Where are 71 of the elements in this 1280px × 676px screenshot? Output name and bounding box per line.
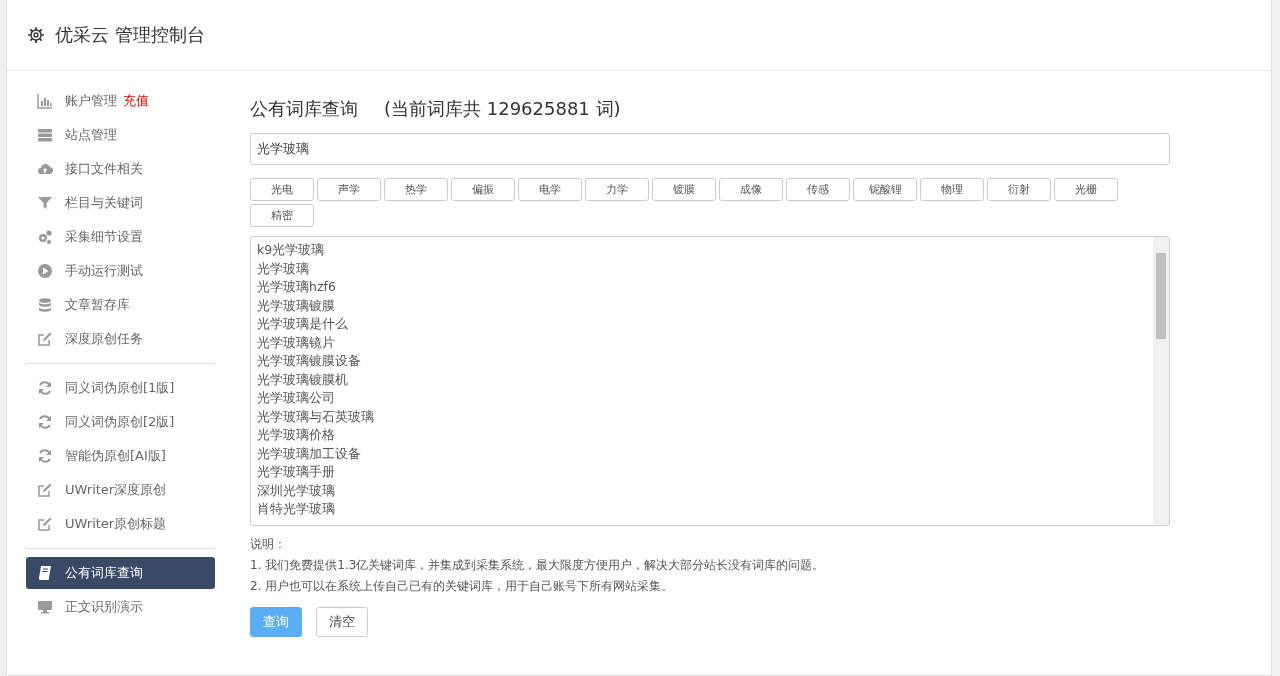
sidebar-item[interactable]: 文章暂存库	[26, 289, 215, 321]
keyword-line: 深圳光学玻璃	[257, 481, 336, 500]
play-icon	[37, 263, 53, 279]
sidebar-item[interactable]: 站点管理	[26, 119, 215, 151]
category-tag[interactable]: 声学	[317, 178, 381, 201]
keyword-line: 光学玻璃hzf6	[257, 278, 337, 296]
keyword-line: 光学玻璃镀膜	[257, 296, 336, 315]
keyword-line: 肖特光学玻璃	[257, 500, 336, 518]
category-tag[interactable]: 镀膜	[652, 178, 716, 201]
monitor-icon	[37, 599, 53, 615]
category-tag[interactable]: 物理	[920, 178, 984, 201]
sidebar-item[interactable]: 接口文件相关	[26, 153, 215, 185]
sidebar-item[interactable]: 智能伪原创[AI版]	[26, 440, 215, 472]
sidebar-item[interactable]: 公有词库查询	[26, 557, 215, 589]
keyword-line: 光学玻璃镀膜机	[257, 370, 349, 389]
keyword-list-field[interactable]: k9光学玻璃 光学玻璃 光学玻璃hzf6 光学玻璃镀膜 光学玻璃是什么 光学玻璃镜片 光学玻璃镀膜设备 光学玻璃镀膜机 光学玻璃公司 光学玻璃与石英玻璃 光学玻璃价格 光学玻璃加工设备 光学玻璃手册 深圳光学玻璃 肖特光学玻璃	[250, 236, 1170, 526]
recharge-link[interactable]: 充值	[123, 92, 149, 110]
gears-icon	[37, 229, 53, 245]
category-tag[interactable]: 热学	[384, 178, 448, 201]
settings-icon	[27, 26, 45, 44]
refresh-icon	[37, 380, 53, 396]
keyword-line: 光学玻璃镀膜设备	[257, 352, 362, 370]
bar-chart-icon	[37, 93, 53, 109]
keyword-line: 光学玻璃公司	[257, 389, 336, 407]
search-field[interactable]: 光学玻璃	[250, 133, 1170, 165]
category-tag[interactable]: 光栅	[1054, 178, 1118, 201]
server-icon	[37, 127, 53, 143]
category-tag[interactable]: 精密	[250, 204, 314, 227]
word-count: (当前词库共 129625881 词)	[384, 97, 621, 121]
keyword-line: k9光学玻璃	[257, 241, 326, 259]
keyword-line: 光学玻璃加工设备	[257, 444, 362, 463]
book-icon	[37, 565, 53, 581]
sidebar-item[interactable]: 同义词伪原创[1版]	[26, 372, 215, 404]
category-tag[interactable]: 衍射	[987, 178, 1051, 201]
sidebar-item[interactable]: 账户管理 充值	[26, 85, 215, 117]
refresh-icon	[37, 448, 53, 464]
sidebar-item[interactable]: UWriter原创标题	[26, 508, 215, 540]
keyword-line: 光学玻璃价格	[257, 426, 336, 444]
category-tag[interactable]: 光电	[250, 178, 314, 201]
console-title: 优采云 管理控制台	[55, 23, 205, 47]
category-tag[interactable]: 电学	[518, 178, 582, 201]
page-title: 公有词库查询	[250, 97, 358, 121]
sidebar-item[interactable]: 栏目与关键词	[26, 187, 215, 219]
keyword-line: 光学玻璃与石英玻璃	[257, 407, 375, 426]
sidebar-item[interactable]: 手动运行测试	[26, 255, 215, 287]
edit-icon	[37, 331, 53, 347]
note-text: 2. 用户也可以在系统上传自己已有的关键词库，用于自己账号下所有网站采集。	[250, 578, 675, 595]
keyword-line: 光学玻璃	[257, 259, 310, 278]
edit-icon	[37, 482, 53, 498]
keyword-line: 光学玻璃是什么	[257, 315, 349, 333]
category-tag[interactable]: 偏振	[451, 178, 515, 201]
category-tag[interactable]: 成像	[719, 178, 783, 201]
clear-button[interactable]: 清空	[316, 607, 368, 637]
category-tag[interactable]: 铌酸锂	[853, 178, 917, 201]
database-icon	[37, 297, 53, 313]
sidebar-item[interactable]: 深度原创任务	[26, 323, 215, 355]
refresh-icon	[37, 414, 53, 430]
sidebar-item[interactable]: 同义词伪原创[2版]	[26, 406, 215, 438]
edit-icon	[37, 516, 53, 532]
note-text: 1. 我们免费提供1.3亿关键词库，并集成到采集系统，最大限度方便用户，解决大部分站长没有词库的问题。	[250, 557, 826, 574]
filter-icon	[37, 195, 53, 211]
category-tag[interactable]: 传感	[786, 178, 850, 201]
keyword-line: 光学玻璃手册	[257, 463, 336, 481]
sidebar-item[interactable]: 采集细节设置	[26, 221, 215, 253]
category-tag[interactable]: 力学	[585, 178, 649, 201]
sidebar-item[interactable]: UWriter深度原创	[26, 474, 215, 506]
cloud-upload-icon	[37, 161, 53, 177]
sidebar-item[interactable]: 正文识别演示	[26, 591, 215, 623]
scrollbar[interactable]	[1153, 237, 1169, 525]
notes-heading: 说明：	[250, 536, 287, 553]
keyword-line: 光学玻璃镜片	[257, 333, 336, 352]
